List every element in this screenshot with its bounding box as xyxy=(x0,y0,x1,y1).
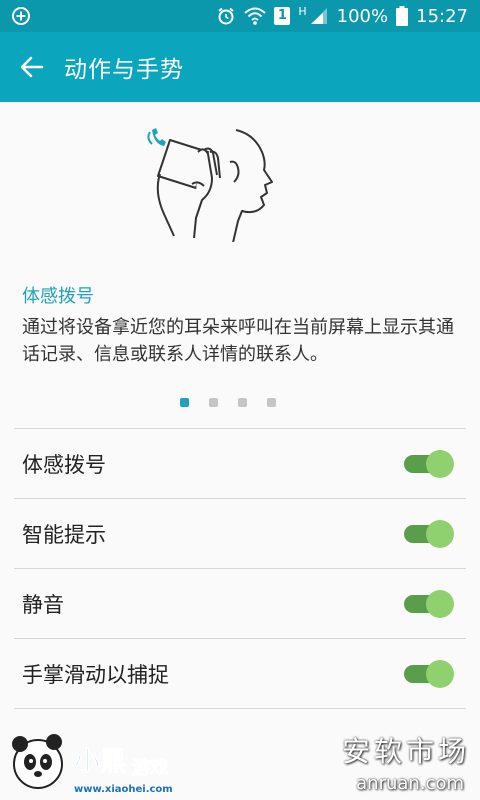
battery-percent: 100% xyxy=(336,5,389,27)
svg-text:游戏: 游戏 xyxy=(132,757,168,779)
alarm-icon xyxy=(218,7,235,25)
page-dot[interactable] xyxy=(238,398,247,407)
back-arrow-icon[interactable] xyxy=(18,53,46,81)
clock: 15:27 xyxy=(416,5,468,27)
setting-label: 静音 xyxy=(22,592,64,617)
smart-alert-toggle[interactable] xyxy=(404,519,454,548)
watermark-site-name: 安软市场 xyxy=(341,735,470,768)
setting-row-direct-call[interactable]: 体感拨号 xyxy=(14,429,466,499)
page-dot[interactable] xyxy=(209,398,218,407)
setting-row-mute[interactable]: 静音 xyxy=(14,569,466,639)
sim-badge: 1 xyxy=(274,7,291,25)
add-circle-icon xyxy=(12,7,30,25)
setting-label: 手掌滑动以捕捉 xyxy=(22,662,169,687)
battery-icon xyxy=(396,6,409,26)
direct-call-illustration xyxy=(147,128,273,242)
feature-description: 通过将设备拿近您的耳朵来呼叫在当前屏幕上显示其通话记录、信息或联系人详情的联系人… xyxy=(22,317,454,365)
watermark-site-url: anruan.com xyxy=(356,773,464,794)
xiaohei-logo: 小黑 游戏 www.xiaohei.com xyxy=(12,734,173,795)
network-type: H xyxy=(298,4,307,18)
svg-text:www.xiaohei.com: www.xiaohei.com xyxy=(74,784,173,795)
setting-label: 智能提示 xyxy=(22,522,106,547)
settings-list: 体感拨号 智能提示 静音 手掌滑动以捕捉 xyxy=(14,428,466,709)
mute-toggle[interactable] xyxy=(404,589,454,618)
page-title: 动作与手势 xyxy=(64,57,184,83)
page-dot[interactable] xyxy=(180,398,189,407)
setting-row-palm-swipe[interactable]: 手掌滑动以捕捉 xyxy=(14,639,466,709)
wifi-icon xyxy=(244,7,267,25)
page-indicator xyxy=(0,398,480,407)
palm-swipe-toggle[interactable] xyxy=(404,659,454,688)
app-bar: 动作与手势 xyxy=(0,32,480,102)
watermark-overlay: 小黑 游戏 www.xiaohei.com 安软市场 anruan.com xyxy=(0,720,480,800)
setting-label: 体感拨号 xyxy=(22,452,106,477)
status-bar: 1 H 100% 15:27 xyxy=(0,0,480,32)
setting-row-smart-alert[interactable]: 智能提示 xyxy=(14,499,466,569)
page-dot[interactable] xyxy=(267,398,276,407)
svg-text:小黑: 小黑 xyxy=(74,747,126,777)
direct-call-toggle[interactable] xyxy=(404,449,454,478)
feature-title: 体感拨号 xyxy=(22,286,94,307)
signal-icon xyxy=(310,8,327,24)
